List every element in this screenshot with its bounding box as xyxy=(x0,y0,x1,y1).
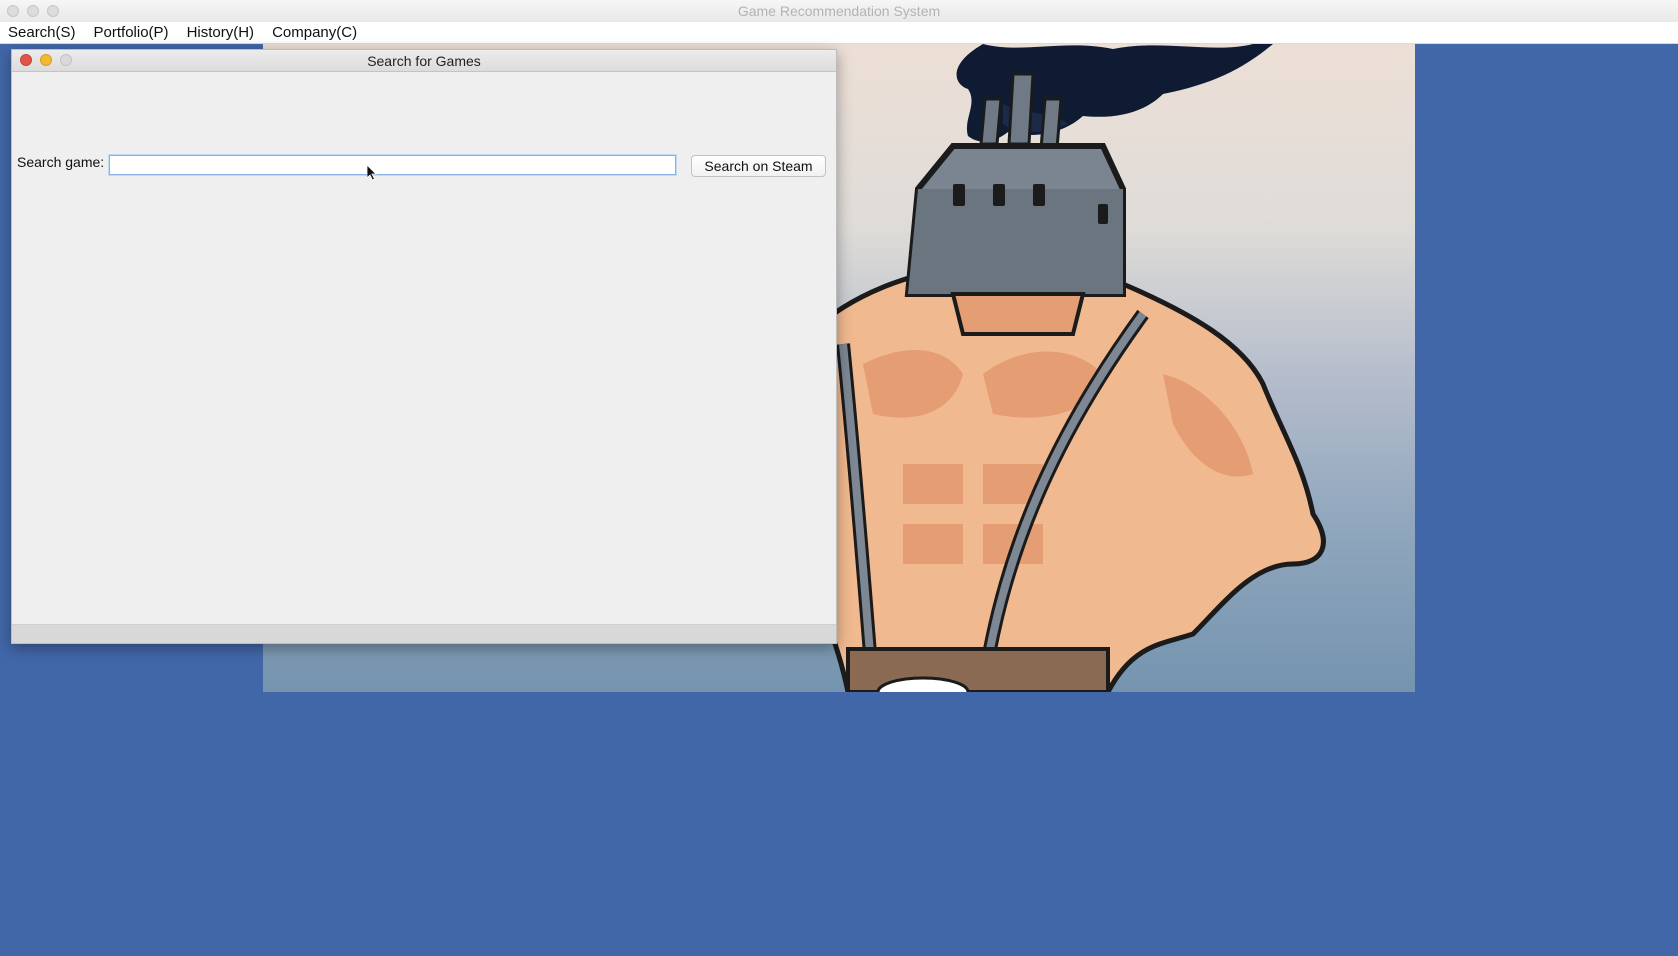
menu-portfolio[interactable]: Portfolio(P) xyxy=(86,24,177,41)
app-title: Game Recommendation System xyxy=(737,3,941,19)
menu-history[interactable]: History(H) xyxy=(179,24,263,41)
search-game-input[interactable] xyxy=(109,155,676,175)
mouse-pointer-icon xyxy=(367,165,377,181)
menu-search[interactable]: Search(S) xyxy=(0,24,84,41)
search-window-statusbar xyxy=(12,624,836,643)
search-on-steam-button[interactable]: Search on Steam xyxy=(691,155,826,177)
search-game-label: Search game: xyxy=(17,154,105,170)
menubar: Search(S) Portfolio(P) History(H) Compan… xyxy=(0,22,1678,44)
search-window-title: Search for Games xyxy=(367,53,481,69)
menu-company[interactable]: Company(C) xyxy=(264,24,365,41)
app-titlebar: Game Recommendation System xyxy=(0,0,1678,23)
search-window-titlebar[interactable]: Search for Games xyxy=(12,50,836,72)
search-games-window[interactable]: Search for Games Search game: Search on … xyxy=(11,49,837,644)
